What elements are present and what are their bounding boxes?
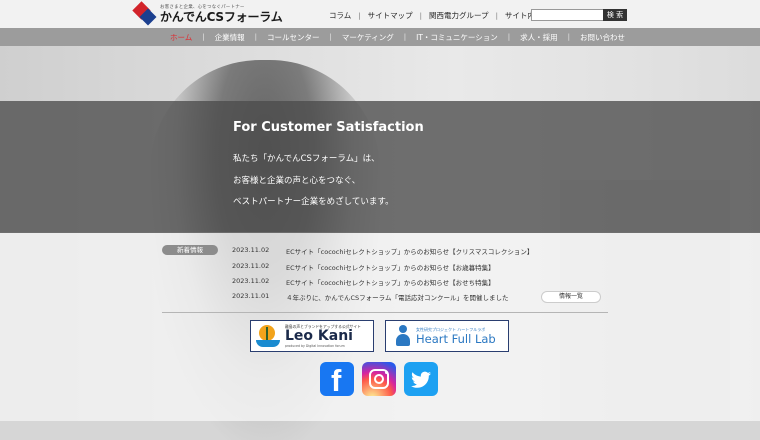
island-icon [255,323,281,349]
utility-link-kepco-group[interactable]: 関西電力グループ [422,10,496,21]
utility-nav: コラム | サイトマップ | 関西電力グループ | サイト内検索 [322,10,557,21]
utility-link-column[interactable]: コラム [322,10,358,21]
hero-line: 私たち「かんでんCSフォーラム」は、 [233,154,380,164]
heart-full-lab-banner[interactable]: 女性研究プロジェクト ハートフルラボ Heart Full Lab [385,320,509,352]
main-nav-marketing[interactable]: マーケティング [332,32,404,43]
facebook-icon[interactable]: f [320,362,354,398]
logo-name: かんでんCSフォーラム [160,9,283,24]
hero-title: For Customer Satisfaction [233,120,424,135]
news-date: 2023.11.02 [232,277,270,285]
main-nav-recruit[interactable]: 求人・採用 [510,32,568,43]
news-date: 2023.11.02 [232,246,270,254]
twitter-bird-icon [410,371,431,388]
person-icon [394,325,412,347]
news-item[interactable]: 2023.11.02 ECサイト「cocochiセレクトショップ」からのお知らせ… [232,262,495,272]
main-nav: ホーム | 企業情報 | コールセンター | マーケティング | IT・コミュニ… [0,28,760,46]
hero-line: ベストパートナー企業をめざしています。 [233,197,394,207]
leokani-banner[interactable]: 離島の声とブランドをアップする公式サイト Leo Kani produced b… [250,320,374,352]
news-item[interactable]: 2023.11.01 ４年ぶりに、かんでんCSフォーラム「電話応対コンクール」を… [232,292,508,302]
site-logo[interactable]: お客さまと企業、心をつなぐパートナー かんでんCSフォーラム [132,1,283,26]
logo-mark-icon [132,1,157,26]
news-text[interactable]: ECサイト「cocochiセレクトショップ」からのお知らせ【おせち特集】 [286,277,495,287]
leokani-name: Leo Kani [285,328,353,344]
main-nav-call-center[interactable]: コールセンター [257,32,330,43]
news-date: 2023.11.02 [232,262,270,270]
main-nav-it-communication[interactable]: IT・コミュニケーション [406,32,508,43]
main-nav-company[interactable]: 企業情報 [205,32,255,43]
hfl-name: Heart Full Lab [416,331,496,346]
news-text[interactable]: ECサイト「cocochiセレクトショップ」からのお知らせ【クリスマスコレクショ… [286,246,533,256]
search-input[interactable] [531,9,605,21]
instagram-icon[interactable] [362,362,396,396]
search-button[interactable]: 検 索 [603,9,627,21]
main-nav-contact[interactable]: お問い合わせ [570,32,635,43]
news-item[interactable]: 2023.11.02 ECサイト「cocochiセレクトショップ」からのお知らせ… [232,246,533,256]
divider [162,312,608,313]
site-header: お客さまと企業、心をつなぐパートナー かんでんCSフォーラム コラム | サイト… [0,0,760,28]
hero-line: お客様と企業の声と心をつなぐ、 [233,176,361,186]
news-date: 2023.11.01 [232,292,270,300]
news-item[interactable]: 2023.11.02 ECサイト「cocochiセレクトショップ」からのお知らせ… [232,277,495,287]
twitter-icon[interactable] [404,362,438,396]
logo-text: お客さまと企業、心をつなぐパートナー かんでんCSフォーラム [160,5,283,24]
main-nav-home[interactable]: ホーム [160,32,202,43]
news-list-button[interactable]: 情報一覧 [541,291,601,303]
news-text[interactable]: ４年ぶりに、かんでんCSフォーラム「電話応対コンクール」を開催しました [286,292,508,302]
leokani-sub: produced by Digital Innovation forum [285,344,345,348]
news-text[interactable]: ECサイト「cocochiセレクトショップ」からのお知らせ【お歳暮特集】 [286,262,495,272]
utility-link-sitemap[interactable]: サイトマップ [361,10,420,21]
news-badge: 新着情報 [162,245,218,255]
